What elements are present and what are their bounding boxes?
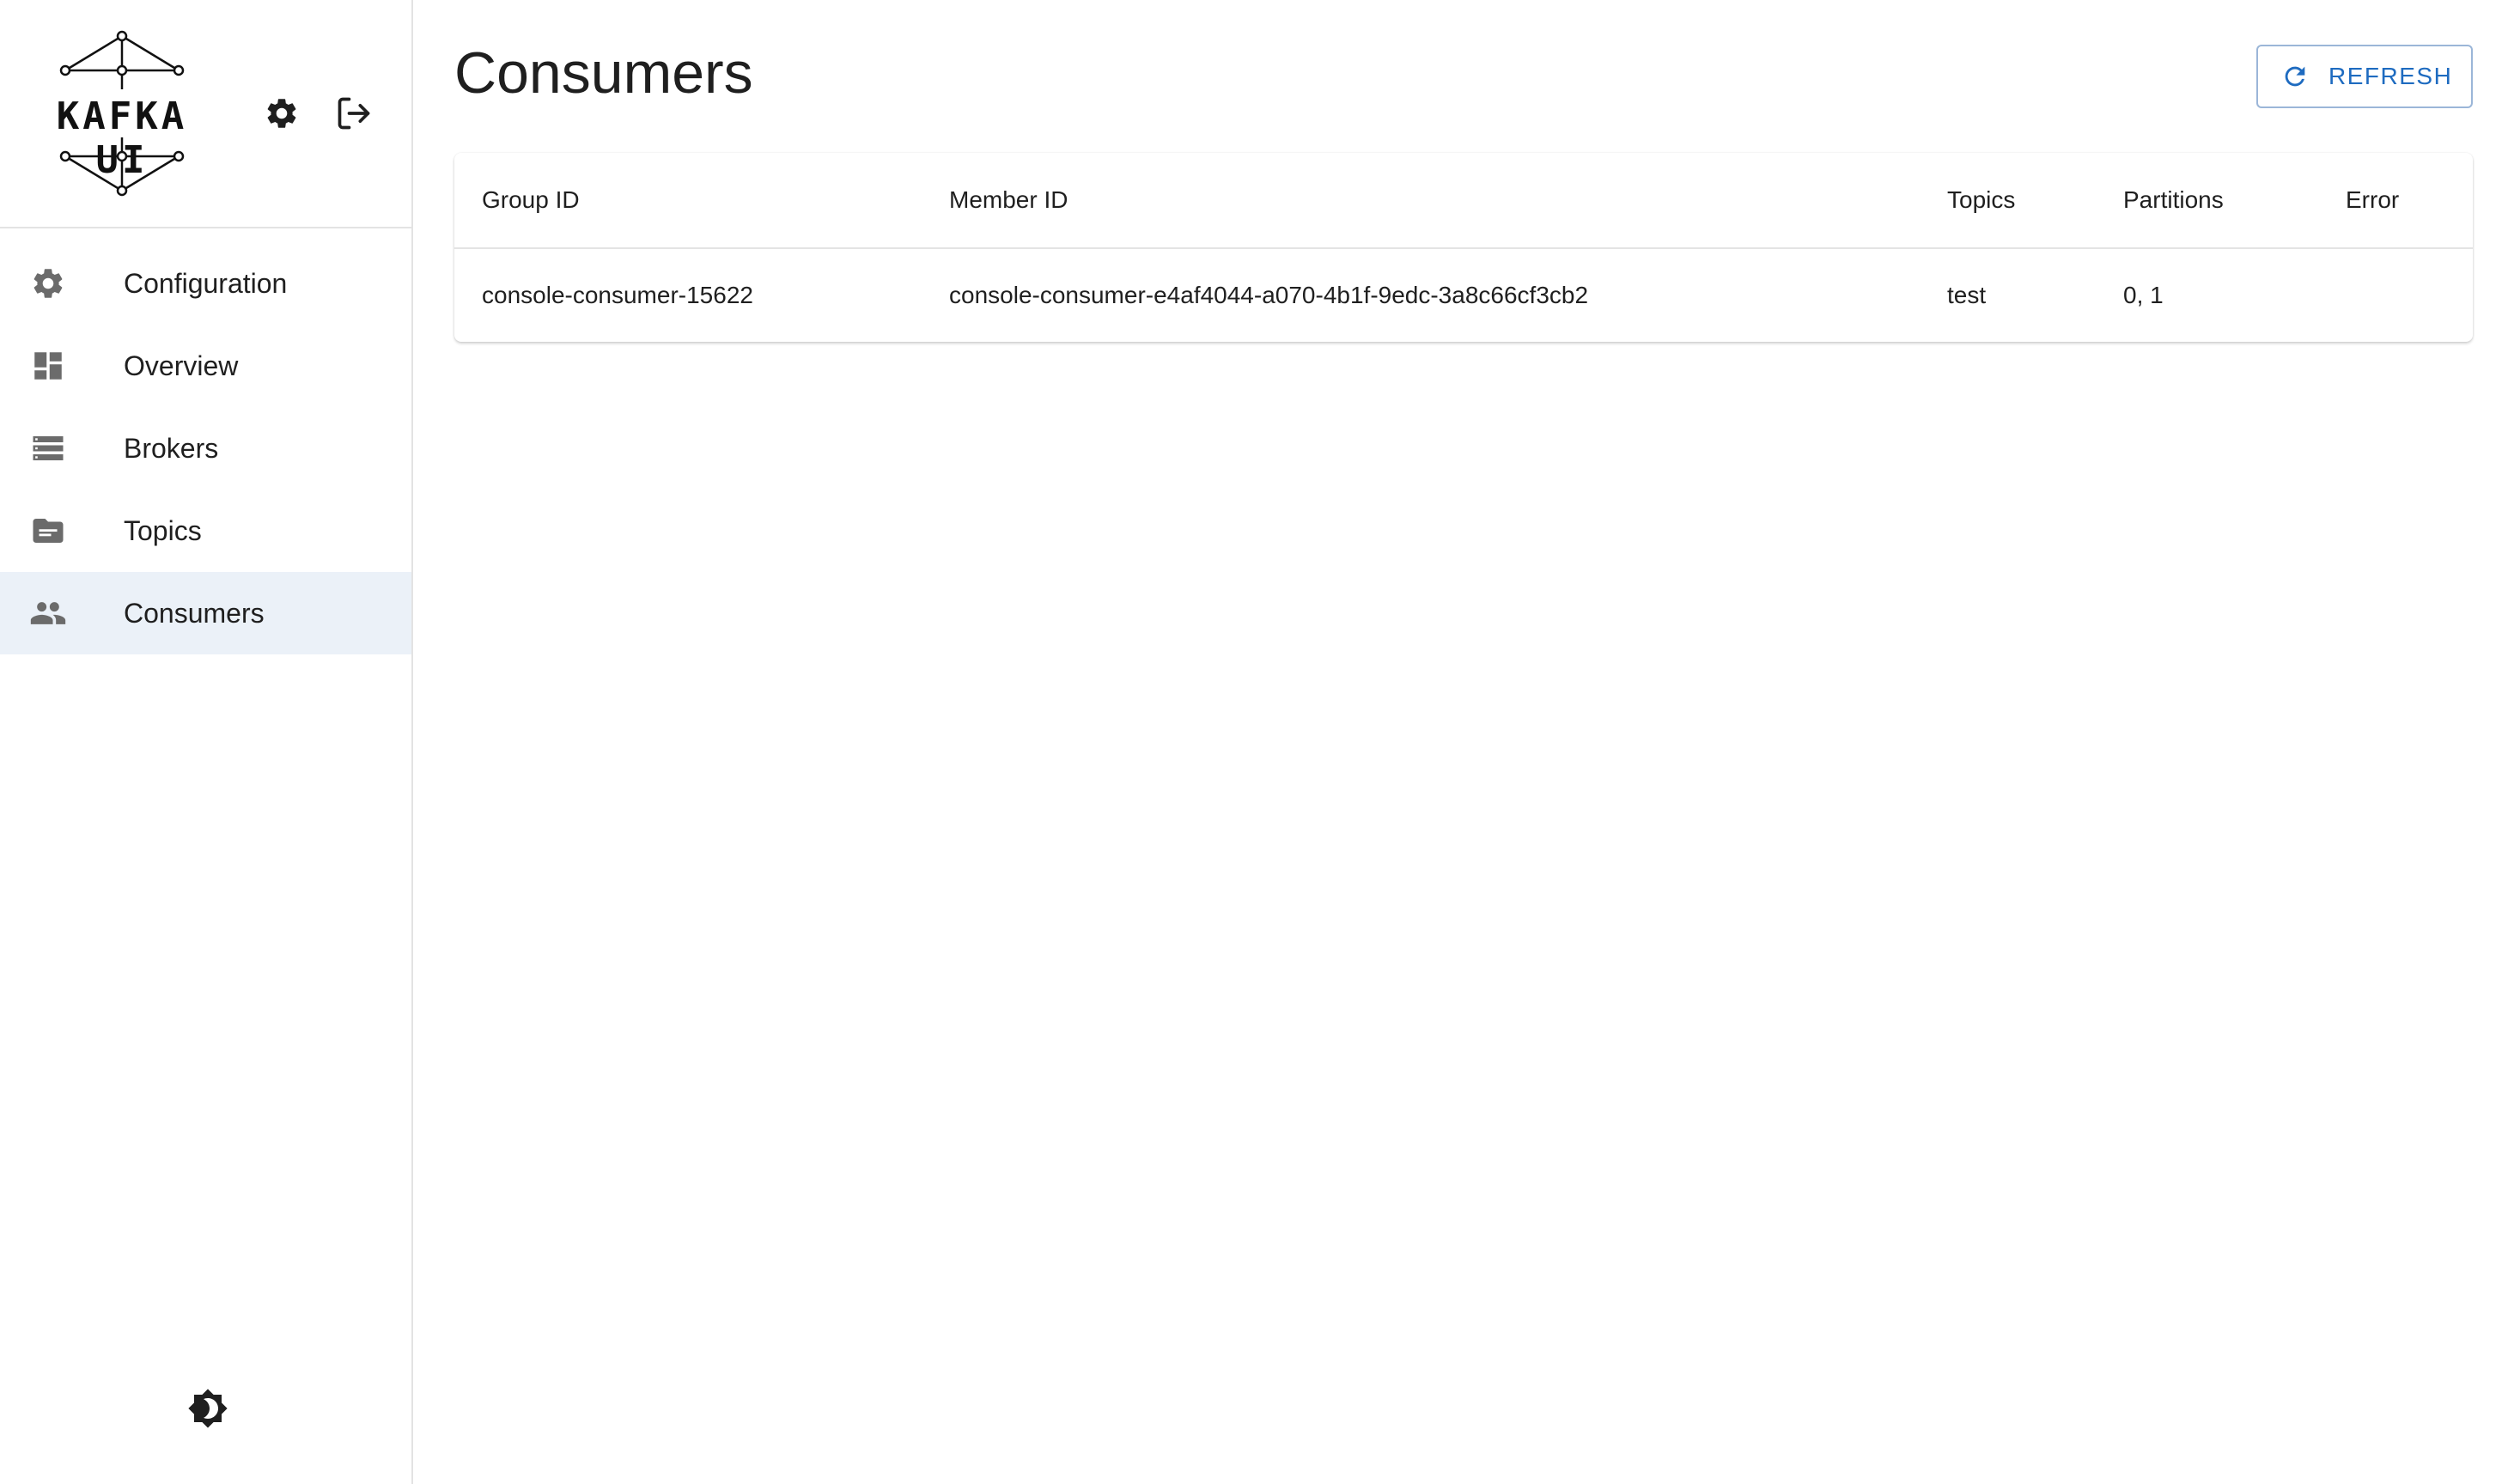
sidebar-item-label: Brokers (124, 432, 219, 464)
sidebar-item-topics[interactable]: Topics (0, 490, 411, 572)
refresh-button-label: REFRESH (2328, 63, 2453, 89)
kafka-ui-logo[interactable]: KAFKA UI (26, 27, 218, 199)
sidebar-item-consumers[interactable]: Consumers (0, 572, 411, 654)
gear-icon[interactable] (261, 93, 302, 134)
sidebar-item-overview[interactable]: Overview (0, 325, 411, 407)
column-header-partitions[interactable]: Partitions (2123, 153, 2224, 247)
column-header-group-id[interactable]: Group ID (482, 153, 580, 247)
logo-text: KAFKA UI (56, 94, 188, 182)
table-row[interactable]: console-consumer-15622 console-consumer-… (454, 249, 2473, 342)
column-header-member-id[interactable]: Member ID (949, 153, 1068, 247)
column-header-error[interactable]: Error (2346, 153, 2399, 247)
main-content: Consumers REFRESH Group ID Member ID Top… (413, 0, 2508, 1484)
refresh-icon (2280, 61, 2311, 92)
cell-group-id: console-consumer-15622 (482, 282, 753, 308)
sidebar-item-label: Configuration (124, 267, 288, 299)
cell-member-id: console-consumer-e4af4044-a070-4b1f-9edc… (949, 282, 1589, 308)
table-header: Group ID Member ID Topics Partitions Err… (454, 153, 2473, 249)
cell-partitions: 0, 1 (2123, 282, 2164, 308)
brightness-icon[interactable] (186, 1386, 230, 1431)
sidebar-item-label: Topics (124, 514, 202, 546)
people-icon (27, 593, 69, 634)
column-header-topics[interactable]: Topics (1947, 153, 2015, 247)
sidebar-item-configuration[interactable]: Configuration (0, 242, 411, 325)
refresh-button[interactable]: REFRESH (2256, 45, 2473, 108)
sidebar-item-brokers[interactable]: Brokers (0, 407, 411, 490)
sidebar-item-label: Overview (124, 350, 239, 381)
dashboard-icon (27, 345, 69, 386)
page-title: Consumers (454, 40, 753, 106)
gear-icon (27, 263, 69, 304)
consumers-table: Group ID Member ID Topics Partitions Err… (454, 153, 2473, 342)
app-root: KAFKA UI Configuration Overview Brokers … (0, 0, 2508, 1484)
sidebar-nav: Configuration Overview Brokers Topics Co… (0, 242, 411, 654)
logout-icon[interactable] (333, 93, 374, 134)
sidebar-header: KAFKA UI (0, 0, 411, 228)
cell-topics: test (1947, 282, 1987, 308)
sidebar-item-label: Consumers (124, 597, 265, 629)
sidebar: KAFKA UI Configuration Overview Brokers … (0, 0, 413, 1484)
server-list-icon (27, 428, 69, 469)
topic-folder-icon (27, 510, 69, 551)
